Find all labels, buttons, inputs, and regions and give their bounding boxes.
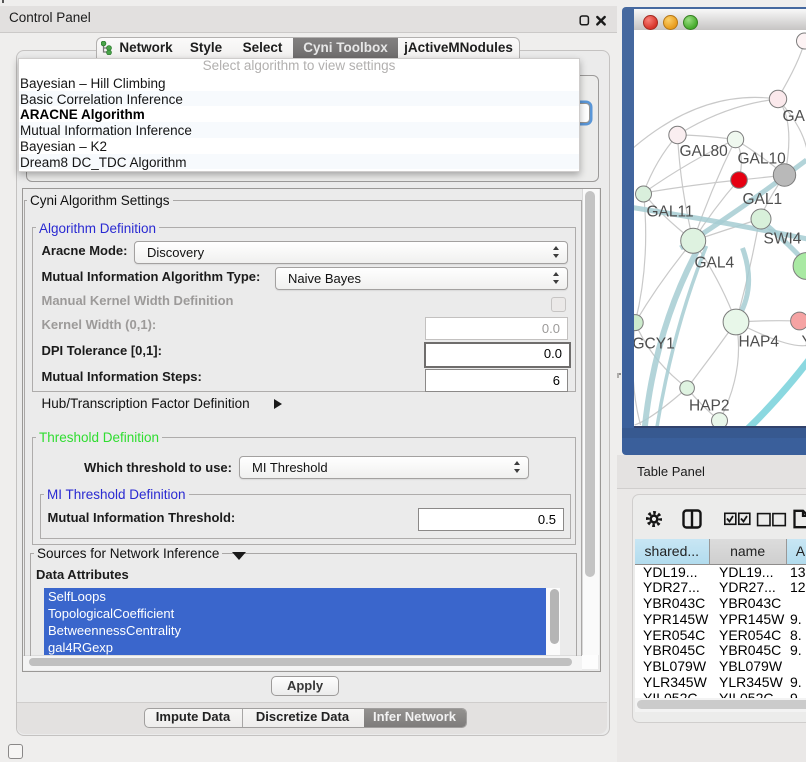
svg-text:GAL1: GAL1 bbox=[742, 191, 782, 208]
svg-text:GAL4: GAL4 bbox=[694, 255, 734, 272]
svg-text:GCY1: GCY1 bbox=[634, 336, 675, 353]
svg-text:HAP2: HAP2 bbox=[689, 398, 730, 415]
svg-text:Y: Y bbox=[801, 334, 806, 351]
svg-text:GAL80: GAL80 bbox=[679, 143, 728, 160]
svg-text:GAL10: GAL10 bbox=[737, 151, 786, 168]
svg-text:SWI4: SWI4 bbox=[763, 231, 801, 248]
svg-text:HAP4: HAP4 bbox=[738, 334, 779, 351]
svg-text:GAL11: GAL11 bbox=[646, 204, 693, 221]
svg-text:GAL7: GAL7 bbox=[782, 108, 806, 125]
